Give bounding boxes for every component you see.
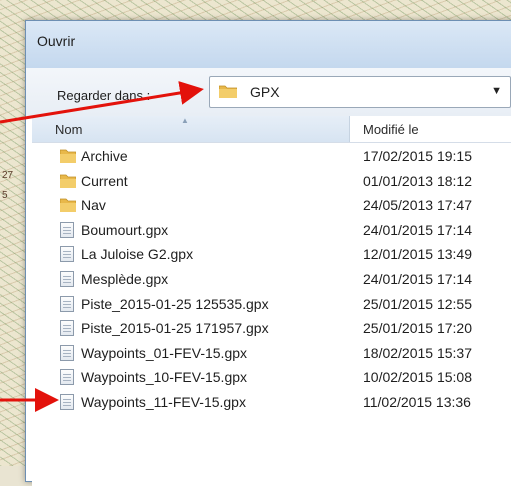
modified-date: 10/02/2015 15:08 — [363, 369, 472, 386]
file-icon — [60, 221, 74, 238]
modified-date: 25/01/2015 12:55 — [363, 295, 472, 312]
file-name: Nav — [81, 197, 106, 214]
file-name: Current — [81, 172, 128, 189]
file-name: Mesplède.gpx — [81, 271, 169, 287]
modified-date: 24/01/2015 17:14 — [363, 271, 472, 287]
modified-date: 11/02/2015 13:36 — [363, 394, 471, 410]
file-name: Waypoints_11-FEV-15.gpx — [81, 394, 246, 410]
file-name: Waypoints_10-FEV-15.gpx — [81, 369, 248, 386]
look-in-label: Regarder dans : — [57, 88, 151, 103]
modified-date: 25/01/2015 17:20 — [363, 320, 472, 337]
look-in-combobox[interactable]: GPX ▼ — [209, 76, 511, 108]
sort-up-icon: ▲ — [181, 116, 189, 125]
chevron-down-icon[interactable]: ▼ — [491, 85, 502, 97]
folder-icon — [60, 174, 76, 188]
folder-row[interactable]: Nav 24/05/2013 17:47 — [32, 194, 511, 217]
folder-row[interactable]: Archive 17/02/2015 19:15 — [32, 145, 511, 168]
column-modified-label: Modifié le — [363, 122, 419, 137]
map-label: 27 — [2, 170, 14, 181]
modified-date: 17/02/2015 19:15 — [363, 148, 472, 164]
column-name-label: Nom — [55, 122, 83, 137]
modified-date: 18/02/2015 15:37 — [363, 344, 472, 361]
file-icon — [60, 271, 74, 287]
file-row[interactable]: Piste_2015-01-25 125535.gpx 25/01/2015 12… — [32, 293, 511, 316]
file-name: Archive — [81, 148, 128, 164]
file-row[interactable]: Waypoints_10-FEV-15.gpx 10/02/2015 15:08 — [32, 366, 511, 389]
file-row[interactable]: Mesplède.gpx 24/01/2015 17:14 — [32, 268, 511, 291]
file-icon — [60, 295, 74, 312]
file-row[interactable]: La Juloise G2.gpx 12/01/2015 13:49 — [32, 243, 511, 266]
file-name: Piste_2015-01-25 171957.gpx — [81, 320, 269, 337]
file-name: La Juloise G2.gpx — [81, 246, 194, 263]
map-label: 5 — [2, 190, 8, 201]
file-row[interactable]: Piste_2015-01-25 171957.gpx 25/01/2015 17… — [32, 317, 511, 340]
file-icon — [60, 344, 74, 361]
file-row[interactable]: Boumourt.gpx 24/01/2015 17:14 — [32, 219, 511, 242]
file-icon — [60, 394, 74, 410]
folder-icon — [60, 198, 76, 213]
modified-date: 24/01/2015 17:14 — [363, 221, 472, 238]
dialog-titlebar[interactable]: Ouvrir — [26, 21, 511, 68]
file-row[interactable]: Waypoints_01-FEV-15.gpx 18/02/2015 15:37 — [32, 342, 511, 365]
look-in-value: GPX — [250, 84, 280, 100]
file-icon — [60, 246, 74, 263]
file-list[interactable]: ▲ Nom Modifié le Archive 17/02/2015 19:15… — [32, 116, 511, 486]
file-icon — [60, 369, 74, 386]
folder-row[interactable]: Current 01/01/2013 18:12 — [32, 170, 511, 193]
column-header-modified[interactable]: Modifié le — [350, 116, 511, 142]
dialog-title: Ouvrir — [37, 33, 76, 49]
file-icon — [60, 320, 74, 337]
look-in-bar: Regarder dans : GPX ▼ — [26, 68, 511, 116]
column-header-name[interactable]: ▲ Nom — [32, 116, 350, 142]
list-header: ▲ Nom Modifié le — [32, 116, 511, 143]
file-name: Boumourt.gpx — [81, 221, 169, 238]
file-name: Piste_2015-01-25 125535.gpx — [81, 295, 269, 312]
folder-icon — [60, 149, 76, 163]
folder-icon — [219, 85, 237, 98]
open-dialog: Ouvrir Regarder dans : GPX ▼ ▲ Nom Modif… — [25, 20, 511, 486]
modified-date: 24/05/2013 17:47 — [363, 197, 472, 214]
modified-date: 01/01/2013 18:12 — [363, 172, 472, 189]
file-name: Waypoints_01-FEV-15.gpx — [81, 344, 248, 361]
file-row[interactable]: Waypoints_11-FEV-15.gpx 11/02/2015 13:36 — [32, 391, 511, 414]
modified-date: 12/01/2015 13:49 — [363, 246, 472, 263]
